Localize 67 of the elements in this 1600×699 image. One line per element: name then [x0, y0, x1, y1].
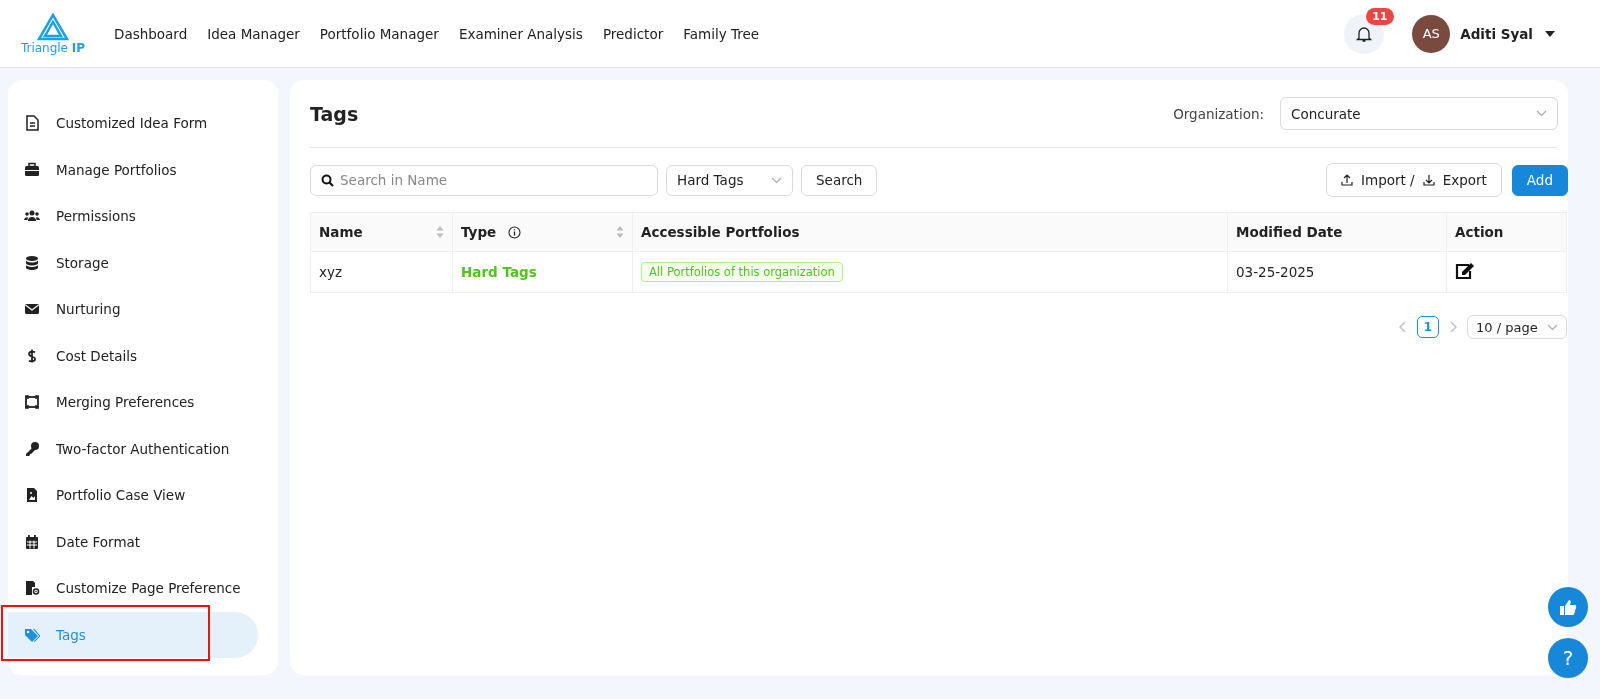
- column-title: Action: [1455, 224, 1504, 240]
- user-avatar[interactable]: AS: [1412, 14, 1451, 53]
- database-icon: [24, 254, 40, 271]
- chevron-down-icon: [1547, 323, 1558, 331]
- sidebar-item[interactable]: Date Format: [8, 518, 258, 565]
- type-filter-select[interactable]: Hard Tags: [666, 164, 793, 196]
- triangle-logo-icon: [36, 12, 70, 41]
- column-title: Type: [461, 224, 497, 240]
- page-gear-icon: [24, 580, 40, 597]
- nav-link[interactable]: Dashboard: [114, 25, 188, 42]
- calendar-icon: [24, 533, 40, 550]
- doc-icon: [24, 115, 40, 132]
- previous-page-icon[interactable]: [1399, 321, 1407, 333]
- sidebar-item[interactable]: Cost Details: [8, 332, 258, 379]
- column-title: Name: [319, 224, 363, 240]
- page-button[interactable]: 1: [1417, 316, 1439, 338]
- page-title: Tags: [310, 102, 359, 125]
- key-icon: [24, 440, 40, 457]
- nav-link[interactable]: Portfolio Manager: [319, 25, 439, 42]
- feedback-button[interactable]: [1548, 587, 1588, 627]
- image-doc-icon: [24, 487, 40, 504]
- sidebar-item[interactable]: Nurturing: [8, 286, 258, 333]
- import-export-button[interactable]: Import / Export: [1326, 163, 1502, 197]
- thumbs-up-icon: [1559, 598, 1577, 616]
- sidebar-item[interactable]: Customize Page Preference: [8, 565, 258, 612]
- sidebar-item[interactable]: Storage: [8, 239, 258, 286]
- date-cell: 03-25-2025: [1227, 251, 1447, 293]
- search-button[interactable]: Search: [801, 164, 878, 196]
- brand-name: Triangle IP: [20, 40, 86, 55]
- next-page-icon[interactable]: [1449, 321, 1457, 333]
- name-cell: xyz: [310, 251, 453, 293]
- sidebar-item[interactable]: Manage Portfolios: [8, 146, 258, 193]
- column-title: Accessible Portfolios: [641, 224, 800, 240]
- info-icon[interactable]: [508, 225, 522, 239]
- column-title: Modified Date: [1236, 224, 1343, 240]
- export-label[interactable]: Export: [1442, 172, 1487, 188]
- chevron-down-icon: [1536, 110, 1547, 117]
- portfolio-tag: All Portfolios of this organization: [641, 262, 843, 282]
- download-icon: [1422, 174, 1435, 186]
- user-name[interactable]: Aditi Syal: [1460, 25, 1533, 42]
- chevron-down-icon: [771, 176, 782, 184]
- organization-select[interactable]: Concurate: [1280, 97, 1558, 130]
- sidebar-item[interactable]: Merging Preferences: [8, 379, 258, 426]
- type-cell: Hard Tags: [452, 251, 633, 293]
- search-field[interactable]: Search in Name: [310, 164, 658, 196]
- frame-icon: [24, 394, 40, 411]
- sidebar-item[interactable]: Permissions: [8, 193, 258, 240]
- sidebar-item[interactable]: Customized Idea Form: [8, 100, 258, 147]
- help-button[interactable]: ?: [1548, 638, 1588, 678]
- edit-icon[interactable]: [1455, 261, 1475, 280]
- nav-link[interactable]: Predictor: [602, 25, 664, 42]
- import-label[interactable]: Import /: [1361, 172, 1415, 188]
- briefcase-icon: [24, 161, 40, 178]
- tag-icon: [24, 626, 40, 643]
- nav-link[interactable]: Family Tree: [683, 25, 760, 42]
- caret-icon[interactable]: [1545, 30, 1555, 37]
- bell-icon: [1356, 24, 1373, 43]
- upload-icon: [1341, 174, 1353, 186]
- nav-link[interactable]: Examiner Analysis: [458, 25, 583, 42]
- search-icon: [321, 173, 334, 187]
- page-size-select[interactable]: 10 / page: [1467, 315, 1567, 339]
- notification-count: 11: [1366, 7, 1394, 25]
- add-button[interactable]: Add: [1511, 164, 1568, 196]
- sidebar-item[interactable]: Portfolio Case View: [8, 472, 258, 519]
- nav-link[interactable]: Idea Manager: [207, 25, 300, 42]
- organization-label: Organization:: [1173, 105, 1264, 122]
- sidebar-item[interactable]: Two-factor Authentication: [8, 425, 258, 472]
